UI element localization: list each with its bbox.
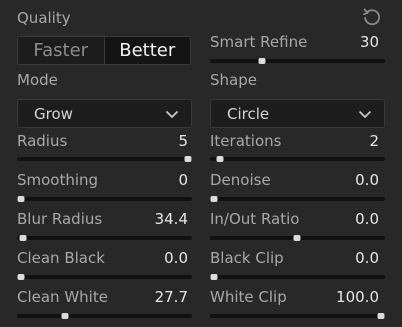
radius-slider-handle[interactable] — [184, 156, 192, 162]
white-clip-slider-handle[interactable] — [377, 313, 385, 319]
smoothing-slider[interactable] — [17, 196, 192, 202]
black-clip-value[interactable]: 0.0 — [355, 249, 379, 267]
iterations-label: Iterations — [210, 132, 282, 150]
iterations-slider-handle[interactable] — [216, 156, 224, 162]
in-out-ratio-slider[interactable] — [210, 235, 385, 241]
smart-refine-value[interactable]: 30 — [360, 33, 379, 51]
clean-black-label: Clean Black — [17, 249, 105, 267]
white-clip-slider[interactable] — [210, 313, 385, 319]
radius-slider[interactable] — [17, 156, 192, 162]
denoise-slider-handle[interactable] — [210, 196, 218, 202]
blur-radius-label: Blur Radius — [17, 210, 103, 228]
in-out-ratio-value[interactable]: 0.0 — [355, 210, 379, 228]
clean-black-slider[interactable] — [17, 274, 192, 280]
denoise-value[interactable]: 0.0 — [355, 171, 379, 189]
smoothing-label: Smoothing — [17, 171, 99, 189]
faster-button[interactable]: Faster — [18, 37, 105, 64]
chevron-down-icon — [358, 110, 372, 118]
iterations-value[interactable]: 2 — [369, 132, 379, 150]
blur-radius-slider[interactable] — [17, 235, 192, 241]
clean-white-slider[interactable] — [17, 313, 192, 319]
denoise-slider[interactable] — [210, 196, 385, 202]
chevron-down-icon — [165, 110, 179, 118]
mode-selected-value: Grow — [34, 104, 73, 123]
radius-value[interactable]: 5 — [178, 132, 188, 150]
white-clip-label: White Clip — [210, 288, 287, 306]
clean-white-value[interactable]: 27.7 — [155, 288, 188, 306]
clean-black-value[interactable]: 0.0 — [164, 249, 188, 267]
better-button[interactable]: Better — [104, 37, 190, 64]
iterations-slider[interactable] — [210, 156, 385, 162]
in-out-ratio-label: In/Out Ratio — [210, 210, 300, 228]
shape-selected-value: Circle — [227, 104, 270, 123]
radius-label: Radius — [17, 132, 68, 150]
shape-dropdown[interactable]: Circle — [210, 99, 385, 128]
black-clip-slider-handle[interactable] — [210, 274, 218, 280]
mode-label: Mode — [17, 71, 58, 89]
reset-icon[interactable] — [361, 6, 383, 28]
mode-dropdown[interactable]: Grow — [17, 99, 192, 128]
smart-refine-label: Smart Refine — [210, 33, 308, 51]
denoise-label: Denoise — [210, 171, 271, 189]
smoothing-value[interactable]: 0 — [178, 171, 188, 189]
quality-segmented-control: Faster Better — [17, 36, 191, 65]
white-clip-value[interactable]: 100.0 — [336, 288, 379, 306]
black-clip-slider[interactable] — [210, 274, 385, 280]
smoothing-slider-handle[interactable] — [17, 196, 25, 202]
blur-radius-slider-handle[interactable] — [19, 235, 27, 241]
smart-refine-slider-handle[interactable] — [258, 58, 266, 64]
clean-black-slider-handle[interactable] — [17, 274, 25, 280]
shape-label: Shape — [210, 71, 257, 89]
in-out-ratio-slider-handle[interactable] — [293, 235, 301, 241]
clean-white-label: Clean White — [17, 288, 108, 306]
smart-refine-slider[interactable] — [210, 58, 385, 64]
clean-white-slider-handle[interactable] — [61, 313, 69, 319]
section-title: Quality — [17, 9, 71, 27]
black-clip-label: Black Clip — [210, 249, 284, 267]
blur-radius-value[interactable]: 34.4 — [155, 210, 188, 228]
